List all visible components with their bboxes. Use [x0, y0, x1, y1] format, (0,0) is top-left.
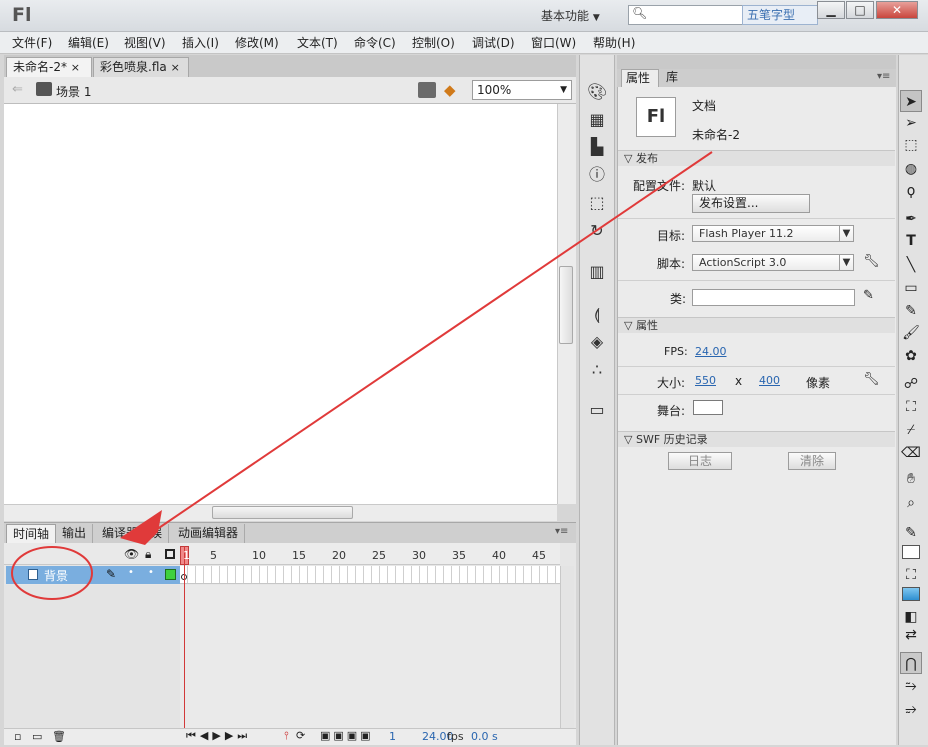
- annotation-overlay: [11, 151, 713, 600]
- annotation-arrow-line: [149, 151, 713, 535]
- ruler-tick: 1: [183, 549, 190, 562]
- annotation-circle: [11, 546, 93, 600]
- annotation-arrow-head: [120, 510, 162, 545]
